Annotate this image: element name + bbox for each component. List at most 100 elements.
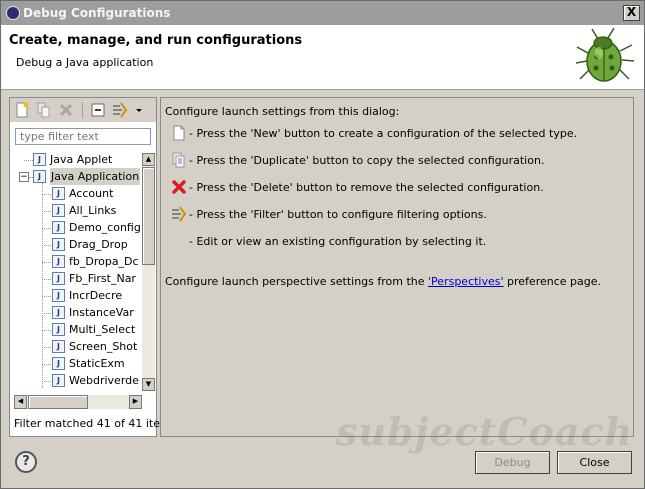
tree-item-label: Drag_Drop (69, 238, 128, 251)
tree-item-label: fb_Dropa_Dc (69, 255, 139, 268)
tree-category-row[interactable]: J Java Applet (14, 151, 142, 168)
help-item-filter: - Press the 'Filter' button to configure… (189, 208, 487, 221)
java-application-icon: J (33, 170, 46, 183)
tree-item-label: InstanceVar (69, 306, 134, 319)
help-item-new: - Press the 'New' button to create a con… (189, 127, 578, 140)
filter-text-input[interactable] (15, 128, 151, 145)
vertical-scroll-thumb[interactable] (142, 167, 155, 265)
tree-item-label: Webdriverde (69, 374, 139, 387)
java-application-icon: J (52, 374, 65, 387)
delete-configuration-icon[interactable] (58, 102, 74, 118)
java-application-icon: J (52, 323, 65, 336)
tree-connector (42, 279, 51, 280)
dialog-window: Debug Configurations X Create, manage, a… (0, 0, 645, 489)
java-application-icon: J (52, 221, 65, 234)
tree-connector (42, 381, 51, 382)
window-close-button[interactable]: X (623, 5, 640, 21)
tree-configuration-row[interactable]: J All_Links (14, 202, 142, 219)
java-application-icon: J (52, 272, 65, 285)
scroll-right-icon[interactable]: ▶ (129, 395, 142, 409)
java-application-icon: J (52, 238, 65, 251)
header-title: Create, manage, and run configurations (9, 33, 303, 48)
tree-item-label: All_Links (69, 204, 117, 217)
tree-vertical-scrollbar[interactable]: ▲ ▼ (142, 153, 155, 391)
tree-item-label: Demo_config (69, 221, 141, 234)
tree-connector (42, 211, 51, 212)
tree-connector (42, 313, 51, 314)
java-application-icon: J (52, 340, 65, 353)
tree-configuration-row[interactable]: J InstanceVar (14, 304, 142, 321)
tree-configuration-row[interactable]: J Fb_First_Nar (14, 270, 142, 287)
tree-category-row[interactable]: − J Java Application (14, 168, 142, 185)
filter-configurations-icon[interactable] (112, 102, 128, 118)
java-application-icon: J (52, 357, 65, 370)
tree-connector (42, 296, 51, 297)
watermark-logo: subjectCoach (336, 409, 634, 454)
tree-connector-vertical (42, 182, 43, 389)
debug-bug-icon (575, 27, 635, 82)
close-button[interactable]: Close (557, 451, 632, 474)
window-title: Debug Configurations (23, 6, 171, 20)
duplicate-configuration-icon[interactable] (36, 102, 52, 118)
tree-connector (42, 194, 51, 195)
tree-configuration-row[interactable]: Jfb_Dropa_Dc (14, 253, 142, 270)
new-icon (173, 125, 185, 141)
help-item-delete: - Press the 'Delete' button to remove th… (189, 181, 544, 194)
java-application-icon: J (52, 306, 65, 319)
help-item-edit: - Edit or view an existing configuration… (189, 235, 487, 248)
tree-configuration-row[interactable]: J Demo_config (14, 219, 142, 236)
tree-connector (42, 347, 51, 348)
tree-connector (24, 160, 33, 161)
dialog-header: Create, manage, and run configurations D… (1, 25, 644, 90)
java-applet-icon: J (33, 153, 46, 166)
tree-item-label: Fb_First_Nar (69, 272, 136, 285)
delete-icon (172, 180, 186, 194)
tree-connector (42, 262, 51, 263)
configuration-tree: J Java Applet − J Java Application J Account J A… (14, 151, 142, 389)
scroll-down-icon[interactable]: ▼ (142, 378, 155, 391)
tree-configuration-row[interactable]: J IncrDecre (14, 287, 142, 304)
tree-configuration-row[interactable]: J Account (14, 185, 142, 202)
tree-configuration-row[interactable]: J Drag_Drop (14, 236, 142, 253)
perspective-settings-text: Configure launch perspective settings fr… (165, 275, 601, 288)
tree-item-label: StaticExm (69, 357, 125, 370)
perspective-text-post: preference page. (503, 275, 602, 288)
scroll-up-icon[interactable]: ▲ (142, 153, 155, 166)
tree-item-label: Account (69, 187, 114, 200)
intro-text: Configure launch settings from this dial… (165, 105, 400, 118)
debug-button[interactable]: Debug (475, 451, 550, 474)
tree-configuration-row[interactable]: J Screen_Shot (14, 338, 142, 355)
filter-status-text: Filter matched 41 of 41 items (14, 417, 177, 430)
tree-configuration-row[interactable]: J Multi_Select (14, 321, 142, 338)
java-application-icon: J (52, 204, 65, 217)
toolbar-separator (82, 102, 83, 118)
horizontal-scroll-thumb[interactable] (28, 395, 88, 409)
header-subtitle: Debug a Java application (16, 56, 154, 69)
help-button[interactable]: ? (15, 451, 37, 473)
configuration-toolbar (10, 98, 156, 122)
new-configuration-icon[interactable] (14, 102, 30, 118)
tree-configuration-row[interactable]: J StaticExm (14, 355, 142, 372)
tree-item-label: Java Applet (50, 153, 113, 166)
tree-connector (42, 330, 51, 331)
duplicate-icon (172, 152, 185, 168)
tree-connector (42, 245, 51, 246)
tree-connector (42, 228, 51, 229)
tree-item-label: Multi_Select (69, 323, 136, 336)
filter-icon (172, 206, 187, 222)
scroll-left-icon[interactable]: ◀ (14, 395, 27, 409)
view-menu-chevron-down-icon[interactable] (134, 102, 144, 118)
collapse-all-icon[interactable] (90, 102, 106, 118)
tree-item-label: IncrDecre (69, 289, 123, 302)
title-bar[interactable]: Debug Configurations X (1, 1, 644, 25)
perspectives-link[interactable]: 'Perspectives' (428, 275, 504, 288)
tree-horizontal-scrollbar[interactable]: ◀ ▶ (14, 395, 142, 409)
tree-configuration-row[interactable]: J Webdriverde (14, 372, 142, 389)
perspective-text-pre: Configure launch perspective settings fr… (165, 275, 429, 288)
eclipse-icon (6, 6, 20, 20)
tree-collapse-icon[interactable]: − (19, 172, 29, 182)
help-item-duplicate: - Press the 'Duplicate' button to copy t… (189, 154, 545, 167)
configuration-list-panel: JJava Applet−JJava ApplicationJAccountJA… (9, 97, 176, 437)
java-application-icon: J (52, 187, 65, 200)
tree-connector (42, 364, 51, 365)
